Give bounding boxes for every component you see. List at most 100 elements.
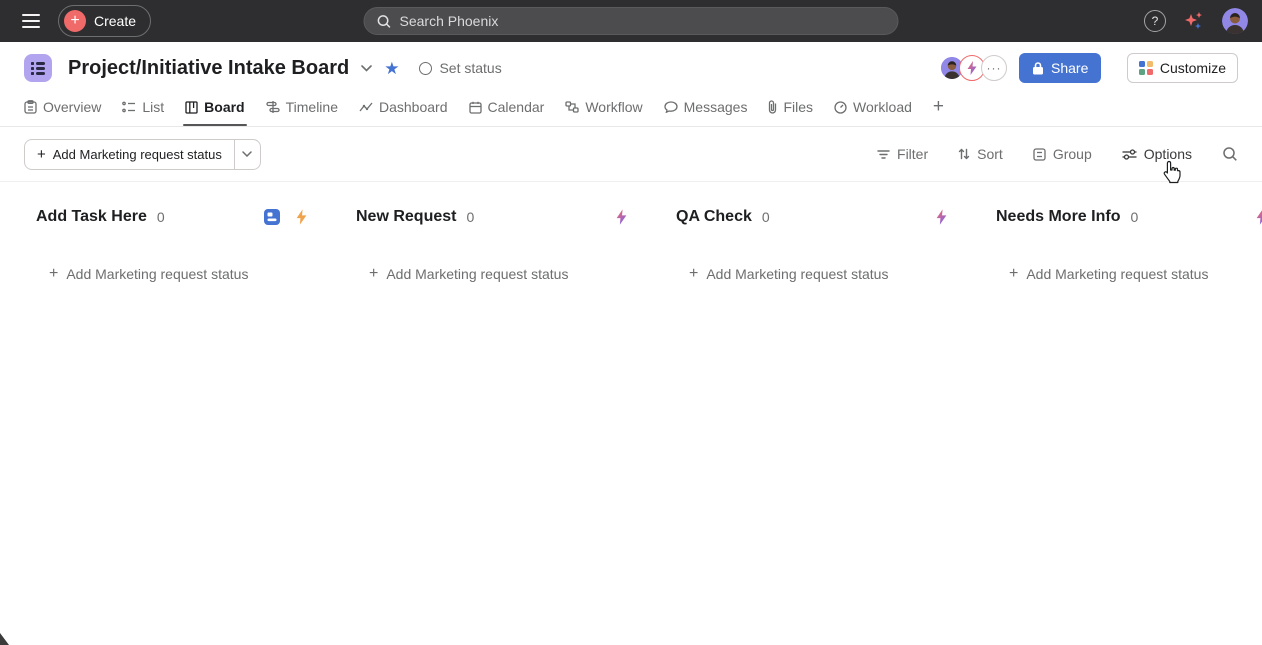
sort-button[interactable]: Sort <box>958 146 1003 162</box>
share-button-label: Share <box>1051 60 1088 76</box>
add-task-link[interactable]: + Add Marketing request status <box>356 266 676 282</box>
share-button[interactable]: Share <box>1019 53 1101 83</box>
plus-icon: + <box>689 266 698 282</box>
sort-label: Sort <box>977 146 1003 162</box>
tab-list[interactable]: List <box>122 94 164 126</box>
column-title[interactable]: Add Task Here <box>36 208 147 226</box>
status-circle-icon <box>419 62 432 75</box>
project-header: Project/Initiative Intake Board ★ Set st… <box>0 42 1262 94</box>
bolt-gradient-icon[interactable] <box>935 209 948 225</box>
more-options-ellipsis-button[interactable]: ··· <box>981 55 1007 81</box>
board-icon <box>185 101 198 114</box>
workflow-icon <box>565 101 579 113</box>
add-task-link-label: Add Marketing request status <box>706 266 888 282</box>
tab-board[interactable]: Board <box>185 94 244 126</box>
add-tab-button[interactable]: + <box>933 94 944 126</box>
tab-label: Calendar <box>488 99 545 115</box>
group-button[interactable]: Group <box>1033 146 1092 162</box>
hamburger-menu-icon[interactable] <box>14 6 48 36</box>
tab-calendar[interactable]: Calendar <box>469 94 545 126</box>
column-header-icons <box>1255 209 1262 225</box>
tab-label: Board <box>204 99 244 115</box>
user-avatar[interactable] <box>1222 8 1248 34</box>
create-button[interactable]: + Create <box>58 5 151 37</box>
add-task-link[interactable]: + Add Marketing request status <box>676 266 996 282</box>
plus-icon: + <box>64 10 86 32</box>
tab-label: Dashboard <box>379 99 448 115</box>
board-toolbar: + Add Marketing request status Filter <box>0 127 1262 182</box>
bolt-orange-icon[interactable] <box>295 209 308 225</box>
plus-icon: + <box>49 266 58 282</box>
options-label: Options <box>1144 146 1192 162</box>
column-count: 0 <box>466 209 474 225</box>
tab-overview[interactable]: Overview <box>24 94 101 126</box>
column-header[interactable]: Needs More Info 0 <box>996 204 1262 230</box>
add-status-button[interactable]: + Add Marketing request status <box>25 140 234 169</box>
column-header[interactable]: Add Task Here 0 <box>36 204 356 230</box>
column-title[interactable]: QA Check <box>676 208 752 226</box>
member-avatars: ··· <box>939 55 1007 81</box>
page-title[interactable]: Project/Initiative Intake Board <box>68 57 349 80</box>
toolbar-actions: Filter Sort Group Options <box>877 146 1238 162</box>
plus-icon: + <box>37 146 46 163</box>
star-icon[interactable]: ★ <box>384 60 399 77</box>
add-task-link[interactable]: + Add Marketing request status <box>36 266 356 282</box>
column-header-icons <box>935 209 948 225</box>
add-task-link-label: Add Marketing request status <box>66 266 248 282</box>
search-input[interactable] <box>400 13 886 29</box>
add-status-caret-button[interactable] <box>234 140 260 169</box>
tab-workload[interactable]: Workload <box>834 94 912 126</box>
project-list-icon[interactable] <box>24 54 52 82</box>
bolt-gradient-icon[interactable] <box>1255 209 1262 225</box>
dashboard-icon <box>359 101 373 113</box>
help-icon[interactable]: ? <box>1144 10 1166 32</box>
messages-icon <box>664 101 678 113</box>
column-header-icons <box>615 209 628 225</box>
column-header[interactable]: New Request 0 <box>356 204 676 230</box>
add-status-button-label: Add Marketing request status <box>53 147 222 162</box>
files-icon <box>768 100 777 114</box>
partial-cursor-artifact <box>0 633 9 645</box>
create-button-label: Create <box>94 13 136 29</box>
tab-label: Messages <box>684 99 748 115</box>
options-button[interactable]: Options <box>1122 146 1192 162</box>
view-tabs: Overview List Board Timeline <box>0 94 1262 127</box>
chevron-down-icon[interactable] <box>361 65 372 72</box>
list-icon <box>122 101 136 113</box>
tab-workflow[interactable]: Workflow <box>565 94 642 126</box>
customize-grid-icon <box>1139 61 1153 75</box>
add-task-link-label: Add Marketing request status <box>386 266 568 282</box>
lock-icon <box>1032 61 1044 75</box>
bolt-gradient-icon[interactable] <box>615 209 628 225</box>
form-icon[interactable] <box>263 208 281 226</box>
filter-button[interactable]: Filter <box>877 146 928 162</box>
add-task-link[interactable]: + Add Marketing request status <box>996 266 1262 282</box>
tab-label: Overview <box>43 99 101 115</box>
plus-icon: + <box>369 266 378 282</box>
tab-messages[interactable]: Messages <box>664 94 748 126</box>
column-header[interactable]: QA Check 0 <box>676 204 996 230</box>
calendar-icon <box>469 101 482 114</box>
column-count: 0 <box>762 209 770 225</box>
tab-label: Workflow <box>585 99 642 115</box>
chevron-down-icon <box>242 151 252 157</box>
board-search-button[interactable] <box>1222 146 1238 162</box>
board-columns: Add Task Here 0 + Add Marketing request … <box>0 182 1262 282</box>
column-title[interactable]: New Request <box>356 208 456 226</box>
sparkles-icon[interactable] <box>1182 9 1206 33</box>
column-title[interactable]: Needs More Info <box>996 208 1120 226</box>
column-count: 0 <box>157 209 165 225</box>
group-icon <box>1033 148 1046 161</box>
search-bar[interactable] <box>364 7 899 35</box>
search-icon <box>377 14 392 29</box>
overview-icon <box>24 100 37 114</box>
tab-dashboard[interactable]: Dashboard <box>359 94 448 126</box>
options-icon <box>1122 149 1137 160</box>
tab-label: Workload <box>853 99 912 115</box>
tab-timeline[interactable]: Timeline <box>266 94 338 126</box>
customize-button-label: Customize <box>1160 60 1226 76</box>
set-status-button[interactable]: Set status <box>419 60 501 76</box>
customize-button[interactable]: Customize <box>1127 53 1238 83</box>
tab-files[interactable]: Files <box>768 94 813 126</box>
sort-icon <box>958 148 970 160</box>
